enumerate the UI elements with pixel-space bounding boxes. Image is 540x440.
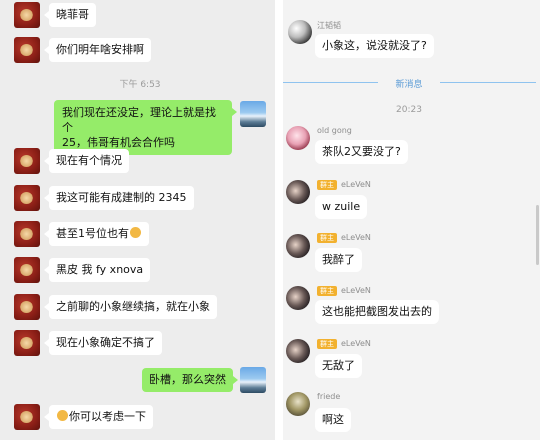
contact-avatar[interactable] [14, 257, 40, 283]
message-bubble: 甚至1号位也有 [44, 222, 149, 246]
contact-avatar[interactable] [14, 221, 40, 247]
member-avatar[interactable] [286, 339, 310, 363]
message-bubble: 黑皮 我 fy xnova [43, 258, 151, 282]
member-avatar[interactable] [286, 286, 310, 310]
message-bubble: 小象这，说没就没了? [315, 34, 434, 58]
owner-badge: 群主 [317, 286, 337, 296]
sender-name: 群主 eLeVeN [317, 233, 371, 243]
message-bubble: 现在有个情况 [44, 149, 129, 173]
contact-avatar[interactable] [14, 294, 40, 320]
divider-line [283, 82, 378, 83]
message-bubble: 现在小象确定不搞了 [44, 331, 162, 355]
message-bubble: 无敌了 [315, 354, 362, 378]
message-bubble: 你可以考虑一下 [44, 405, 153, 429]
sender-name: friede [317, 392, 341, 401]
member-avatar[interactable] [286, 392, 310, 416]
owner-badge: 群主 [317, 233, 337, 243]
chat-timestamp: 20:23 [396, 105, 422, 115]
sender-label: eLeVeN [341, 180, 371, 189]
sender-label: eLeVeN [341, 339, 371, 348]
sender-name: 群主 eLeVeN [317, 180, 371, 190]
owner-badge: 群主 [317, 339, 337, 349]
message-bubble: 啊这 [315, 408, 351, 432]
right-chat-panel: 江韬韬 小象这，说没就没了? 新消息 20:23 old gong 茶队2又要没… [283, 0, 540, 440]
contact-avatar[interactable] [14, 330, 40, 356]
member-avatar[interactable] [286, 180, 310, 204]
contact-avatar[interactable] [14, 185, 40, 211]
left-chat-panel: 晓菲哥 你们明年啥安排啊 下午 6:53 我们现在还没定，理论上就是找个 25，… [0, 0, 275, 440]
emoji-icon [57, 410, 68, 421]
contact-avatar[interactable] [14, 2, 40, 28]
message-bubble-outgoing: 卧槽，那么突然 [142, 368, 238, 392]
message-line: 我们现在还没定，理论上就是找个 [62, 106, 216, 134]
chat-timestamp: 下午 6:53 [119, 80, 161, 90]
message-bubble: w zuile [315, 195, 368, 219]
sender-name: 群主 eLeVeN [317, 286, 371, 296]
divider-line [440, 82, 536, 83]
sender-label: eLeVeN [341, 233, 371, 242]
owner-badge: 群主 [317, 180, 337, 190]
my-avatar[interactable] [240, 367, 266, 393]
contact-avatar[interactable] [14, 37, 40, 63]
message-bubble: 茶队2又要没了? [315, 140, 408, 164]
message-bubble: 我醉了 [315, 248, 362, 272]
scrollbar[interactable] [536, 205, 539, 265]
member-avatar[interactable] [288, 20, 312, 44]
sender-name: old gong [317, 126, 352, 135]
message-line: 25，伟哥有机会合作吗 [62, 136, 175, 149]
message-bubble: 你们明年啥安排啊 [44, 38, 151, 62]
message-text: 甚至1号位也有 [56, 227, 129, 240]
my-avatar[interactable] [240, 101, 266, 127]
new-messages-label: 新消息 [395, 80, 423, 90]
contact-avatar[interactable] [14, 404, 40, 430]
sender-name: 群主 eLeVeN [317, 339, 371, 349]
member-avatar[interactable] [286, 126, 310, 150]
message-bubble: 之前聊的小象继续搞，就在小象 [44, 295, 217, 319]
message-text: 你可以考虑一下 [69, 410, 146, 423]
emoji-icon [130, 227, 141, 238]
message-bubble-outgoing: 我们现在还没定，理论上就是找个 25，伟哥有机会合作吗 [54, 100, 237, 155]
message-bubble: 晓菲哥 [44, 3, 96, 27]
message-bubble: 我这可能有成建制的 2345 [44, 186, 194, 210]
sender-name: 江韬韬 [317, 21, 341, 30]
contact-avatar[interactable] [14, 148, 40, 174]
member-avatar[interactable] [286, 234, 310, 258]
sender-label: eLeVeN [341, 286, 371, 295]
message-bubble: 这也能把截图发出去的 [315, 300, 439, 324]
